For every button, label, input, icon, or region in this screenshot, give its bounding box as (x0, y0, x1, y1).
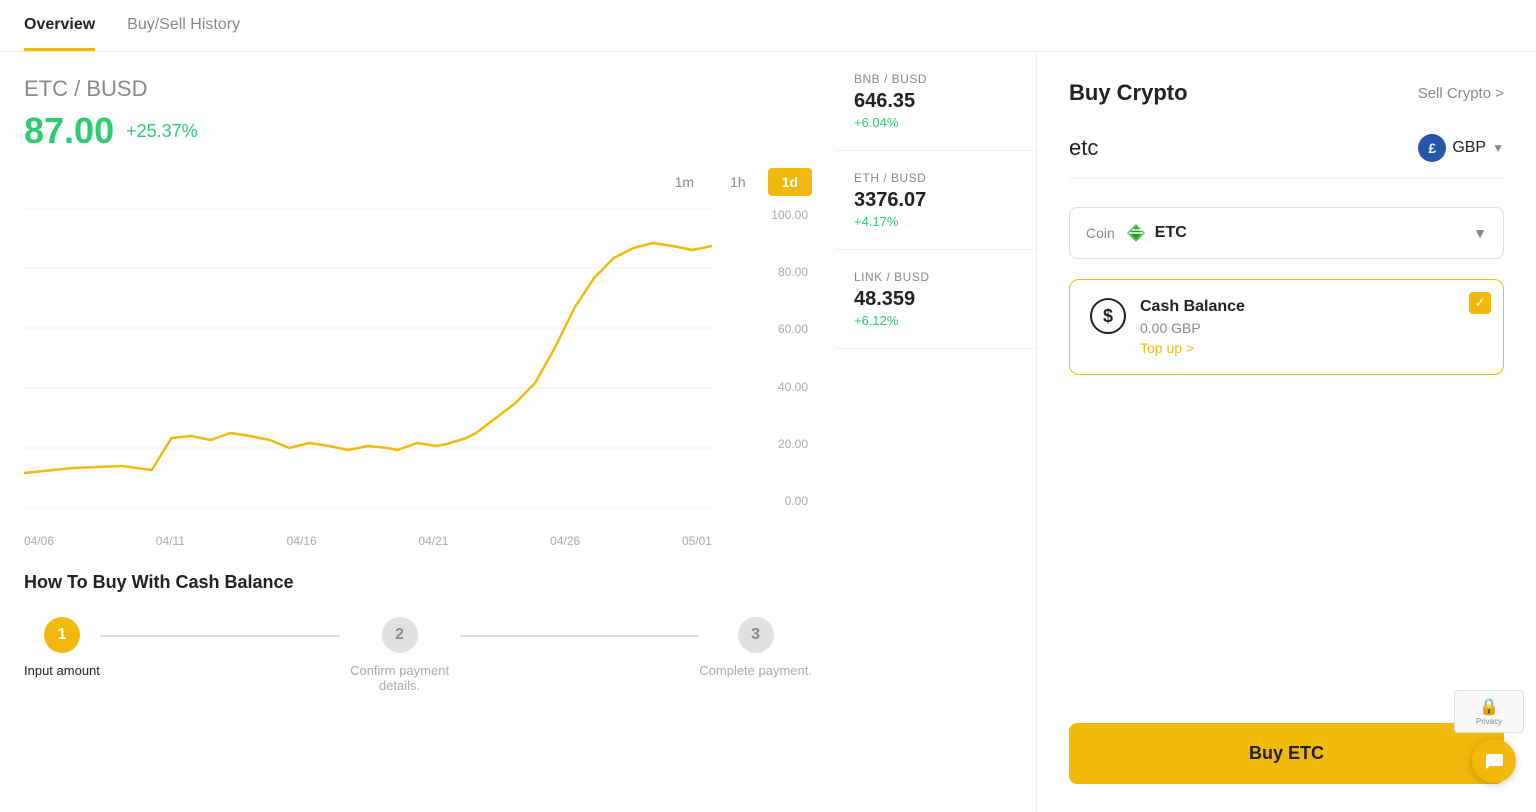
time-btn-1h[interactable]: 1h (716, 168, 760, 196)
chat-icon (1483, 750, 1505, 772)
coin-name-badge: ETC (1125, 222, 1187, 244)
y-label-40: 40.00 (778, 380, 808, 394)
how-to-buy-section: How To Buy With Cash Balance 1 Input amo… (24, 572, 812, 693)
balance-amount: 0.00 GBP (1140, 320, 1245, 336)
eth-pair: ETH / BUSD (854, 171, 1018, 185)
time-buttons: 1m 1h 1d (661, 168, 812, 196)
step-1-circle: 1 (44, 617, 80, 653)
y-label-0: 0.00 (785, 494, 808, 508)
cash-balance-card[interactable]: $ Cash Balance 0.00 GBP Top up > ✓ (1069, 279, 1504, 375)
tab-history[interactable]: Buy/Sell History (127, 0, 240, 51)
connector-1-2 (100, 635, 340, 637)
connector-2-3 (460, 635, 700, 637)
coin-list: BNB / BUSD 646.35 +6.04% ETH / BUSD 3376… (836, 52, 1036, 812)
base-currency: ETC (24, 76, 68, 101)
dollar-icon: $ (1090, 298, 1126, 334)
step-2: 2 Confirm payment details. (340, 617, 460, 693)
eth-change: +4.17% (854, 214, 1018, 229)
gbp-icon: £ (1418, 134, 1446, 162)
quote-currency: BUSD (86, 76, 147, 101)
y-label-20: 20.00 (778, 437, 808, 451)
buy-crypto-title: Buy Crypto (1069, 80, 1188, 106)
bnb-change: +6.04% (854, 115, 1018, 130)
coin-label: Coin (1086, 225, 1115, 241)
price-chart (24, 208, 712, 508)
step-2-label: Confirm payment details. (340, 663, 460, 693)
coin-select-left: Coin ETC (1086, 222, 1187, 244)
step-1-label: Input amount (24, 663, 100, 678)
chart-svg-wrapper (24, 208, 712, 508)
recaptcha-badge: 🔒 Privacy (1454, 690, 1524, 733)
buy-etc-button[interactable]: Buy ETC (1069, 723, 1504, 784)
bnb-price: 646.35 (854, 90, 1018, 113)
coin-select-value: ETC (1155, 224, 1187, 242)
spacer (1069, 395, 1504, 703)
x-label-5: 04/26 (550, 534, 580, 548)
steps-container: 1 Input amount 2 Confirm payment details… (24, 617, 812, 693)
x-label-1: 04/06 (24, 534, 54, 548)
step-3: 3 Complete payment. (699, 617, 812, 678)
main-layout: ETC / BUSD 87.00 +25.37% 1m 1h 1d 100.00… (0, 52, 1536, 812)
price-change: +25.37% (126, 121, 198, 142)
coin-card-eth[interactable]: ETH / BUSD 3376.07 +4.17% (836, 151, 1036, 250)
price-row: 87.00 +25.37% (24, 110, 812, 152)
left-panel: ETC / BUSD 87.00 +25.37% 1m 1h 1d 100.00… (0, 52, 836, 812)
coin-card-bnb[interactable]: BNB / BUSD 646.35 +6.04% (836, 52, 1036, 151)
time-btn-1d[interactable]: 1d (768, 168, 812, 196)
balance-title: Cash Balance (1140, 298, 1245, 316)
coin-select-chevron-icon: ▼ (1473, 225, 1487, 241)
time-btn-1m[interactable]: 1m (661, 168, 708, 196)
currency-label: GBP (1452, 139, 1486, 157)
pair-title: ETC / BUSD (24, 76, 812, 102)
coin-dropdown-row: Coin ETC ▼ (1069, 207, 1504, 259)
currency-chevron-icon: ▼ (1492, 141, 1504, 155)
step-3-circle: 3 (738, 617, 774, 653)
currency-selector[interactable]: £ GBP ▼ (1418, 134, 1504, 162)
top-navigation: Overview Buy/Sell History (0, 0, 1536, 52)
currency-text-input[interactable] (1069, 135, 1406, 161)
y-label-60: 60.00 (778, 322, 808, 336)
link-price: 48.359 (854, 288, 1018, 311)
step-2-circle: 2 (382, 617, 418, 653)
y-axis: 100.00 80.00 60.00 40.00 20.00 0.00 (722, 208, 812, 508)
coin-select-box[interactable]: Coin ETC ▼ (1069, 207, 1504, 259)
eth-price: 3376.07 (854, 189, 1018, 212)
y-label-80: 80.00 (778, 265, 808, 279)
etc-coin-icon (1125, 222, 1147, 244)
y-label-100: 100.00 (771, 208, 808, 222)
price-value: 87.00 (24, 110, 114, 152)
x-label-4: 04/21 (418, 534, 448, 548)
tab-overview[interactable]: Overview (24, 0, 95, 51)
step-3-label: Complete payment. (699, 663, 812, 678)
bnb-pair: BNB / BUSD (854, 72, 1018, 86)
recaptcha-text: Privacy (1461, 717, 1517, 726)
x-axis: 04/06 04/11 04/16 04/21 04/26 05/01 (24, 528, 712, 548)
link-pair: LINK / BUSD (854, 270, 1018, 284)
link-change: +6.12% (854, 313, 1018, 328)
how-to-buy-title: How To Buy With Cash Balance (24, 572, 812, 593)
sell-crypto-link[interactable]: Sell Crypto > (1418, 85, 1504, 102)
x-label-2: 04/11 (156, 534, 185, 548)
step-1: 1 Input amount (24, 617, 100, 678)
x-label-6: 05/01 (682, 534, 712, 548)
recaptcha-logo: 🔒 (1461, 697, 1517, 717)
balance-check-icon: ✓ (1469, 292, 1491, 314)
pair-separator: / (74, 76, 86, 101)
coin-card-link[interactable]: LINK / BUSD 48.359 +6.12% (836, 250, 1036, 349)
buy-sell-header: Buy Crypto Sell Crypto > (1069, 80, 1504, 106)
chat-bubble-button[interactable] (1472, 739, 1516, 783)
top-up-link[interactable]: Top up > (1140, 340, 1245, 356)
balance-info: Cash Balance 0.00 GBP Top up > (1140, 298, 1245, 356)
chart-container: 1m 1h 1d 100.00 80.00 60.00 40.00 20.00 … (24, 168, 812, 548)
currency-input-row: £ GBP ▼ (1069, 134, 1504, 179)
x-label-3: 04/16 (287, 534, 317, 548)
